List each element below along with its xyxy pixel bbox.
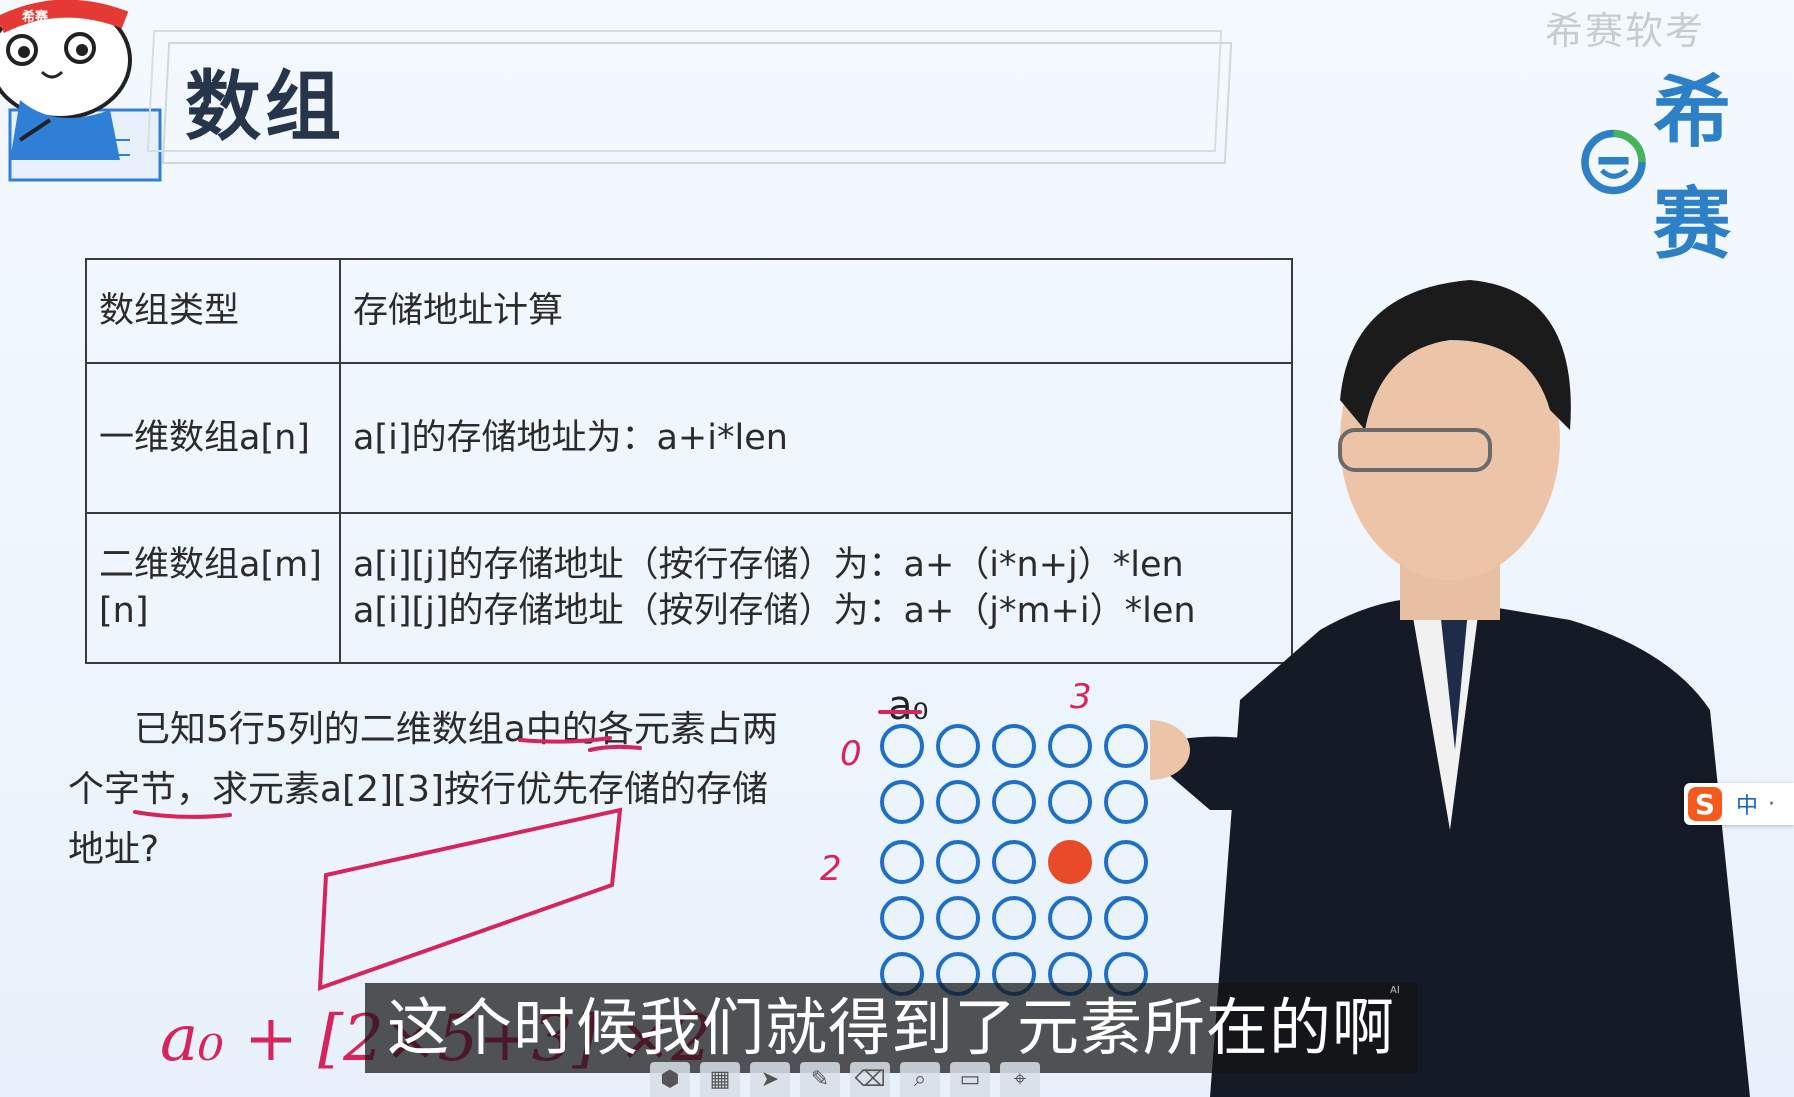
ink-row-mark-2: 2 [820,849,842,889]
pointer-icon[interactable]: ➤ [750,1062,790,1097]
eraser-icon[interactable]: ⌫ [850,1062,890,1097]
ime-indicator[interactable]: S 中 · [1684,783,1794,825]
ime-mode[interactable]: 中 [1736,788,1758,820]
slide: 希赛 数组 希赛软考 希赛 数组类型 存储地址计算 一维数组a[n] a[i]的… [0,0,1794,1097]
ime-punct-icon[interactable]: · [1768,792,1775,817]
3d-box-icon[interactable]: ⬢ [650,1062,690,1097]
subtitle-ai-tag: AI [1390,985,1400,996]
subtitle-caption: 这个时候我们就得到了元素所在的啊 [365,983,1418,1073]
ink-col-mark-3: 3 [1070,677,1092,717]
zoom-icon[interactable]: ⌕ [900,1062,940,1097]
pin-icon[interactable]: ⌖ [1000,1062,1040,1097]
screen-icon[interactable]: ▭ [950,1062,990,1097]
ime-logo-icon: S [1688,787,1722,821]
pen-icon[interactable]: ✎ [800,1062,840,1097]
grid-icon[interactable]: ▦ [700,1062,740,1097]
ink-row-mark-0: 0 [840,734,862,774]
presenter-image [1150,280,1750,1097]
drawing-toolbar: ⬢ ▦ ➤ ✎ ⌫ ⌕ ▭ ⌖ [650,1062,1040,1097]
